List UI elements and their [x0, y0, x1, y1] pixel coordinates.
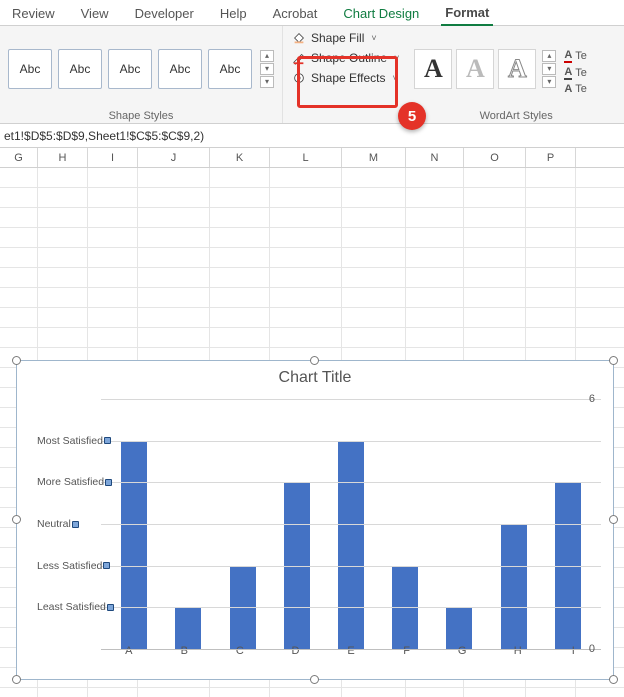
- column-header[interactable]: H: [38, 148, 88, 167]
- column-header[interactable]: P: [526, 148, 576, 167]
- tab-view[interactable]: View: [77, 2, 113, 25]
- secondary-axis-label[interactable]: Most Satisfied: [37, 435, 111, 447]
- gallery-up-icon[interactable]: ▴: [542, 50, 556, 62]
- ribbon-tabs: Review View Developer Help Acrobat Chart…: [0, 0, 624, 26]
- bar[interactable]: [446, 607, 472, 649]
- gallery-more-icon[interactable]: ▾: [542, 76, 556, 88]
- effects-icon: [292, 71, 306, 85]
- resize-handle[interactable]: [12, 515, 21, 524]
- resize-handle[interactable]: [310, 356, 319, 365]
- tab-chart-design[interactable]: Chart Design: [339, 2, 423, 25]
- pen-outline-icon: [292, 51, 306, 65]
- chevron-down-icon: ˅: [394, 53, 399, 63]
- x-tick: C: [212, 645, 268, 661]
- secondary-axis-label[interactable]: Less Satisfied: [37, 560, 110, 572]
- bar[interactable]: [175, 607, 201, 649]
- column-header[interactable]: I: [88, 148, 138, 167]
- tab-help[interactable]: Help: [216, 2, 251, 25]
- resize-handle[interactable]: [12, 675, 21, 684]
- y-tick: 0: [589, 643, 595, 655]
- column-header[interactable]: M: [342, 148, 406, 167]
- paint-bucket-icon: [292, 31, 306, 45]
- x-tick: D: [268, 645, 324, 661]
- shape-style-5[interactable]: Abc: [208, 49, 252, 89]
- wordart-style-1[interactable]: A: [414, 49, 452, 89]
- ribbon: Abc Abc Abc Abc Abc ▴ ▾ ▾ Shape Styles S…: [0, 26, 624, 124]
- gallery-up-icon[interactable]: ▴: [260, 50, 274, 62]
- wordart-style-3[interactable]: A: [498, 49, 536, 89]
- worksheet[interactable]: GHIJKLMNOP Chart Title ABCDEFGHI 06Most …: [0, 148, 624, 697]
- column-header[interactable]: K: [210, 148, 270, 167]
- tab-review[interactable]: Review: [8, 2, 59, 25]
- embedded-chart[interactable]: Chart Title ABCDEFGHI 0 6 Most Satisfied Mo…: [16, 360, 614, 680]
- column-header[interactable]: N: [406, 148, 464, 167]
- shape-style-2[interactable]: Abc: [58, 49, 102, 89]
- text-outline-button[interactable]: ATe: [564, 66, 587, 80]
- tab-format[interactable]: Format: [441, 1, 493, 26]
- x-tick: B: [157, 645, 213, 661]
- shape-style-4[interactable]: Abc: [158, 49, 202, 89]
- tab-acrobat[interactable]: Acrobat: [269, 2, 322, 25]
- resize-handle[interactable]: [609, 515, 618, 524]
- resize-handle[interactable]: [310, 675, 319, 684]
- secondary-axis-label[interactable]: More Satisfied: [37, 476, 112, 488]
- x-tick: H: [490, 645, 546, 661]
- column-header[interactable]: J: [138, 148, 210, 167]
- x-tick: F: [379, 645, 435, 661]
- resize-handle[interactable]: [609, 356, 618, 365]
- x-tick: A: [101, 645, 157, 661]
- bar[interactable]: [121, 441, 147, 649]
- wordart-style-2[interactable]: A: [456, 49, 494, 89]
- gallery-down-icon[interactable]: ▾: [260, 63, 274, 75]
- y-tick: 6: [589, 393, 595, 405]
- secondary-axis-label[interactable]: Neutral: [37, 518, 79, 530]
- chevron-down-icon: ˅: [371, 33, 376, 43]
- text-fill-button[interactable]: ATe: [564, 49, 587, 63]
- column-headers: GHIJKLMNOP: [0, 148, 624, 168]
- secondary-axis-label[interactable]: Least Satisfied: [37, 601, 114, 613]
- text-effects-button[interactable]: ATe: [564, 83, 587, 95]
- formula-bar[interactable]: et1!$D$5:$D$9,Sheet1!$C$5:$C$9,2): [0, 124, 624, 148]
- column-header[interactable]: L: [270, 148, 342, 167]
- column-header[interactable]: G: [0, 148, 38, 167]
- tab-developer[interactable]: Developer: [131, 2, 198, 25]
- bar[interactable]: [501, 524, 527, 649]
- wordart-styles-group-label: WordArt Styles: [414, 108, 618, 123]
- bar[interactable]: [338, 441, 364, 649]
- resize-handle[interactable]: [609, 675, 618, 684]
- x-axis: ABCDEFGHI: [101, 645, 601, 661]
- shape-effects-button[interactable]: Shape Effects˅: [287, 69, 404, 87]
- resize-handle[interactable]: [12, 356, 21, 365]
- shape-style-3[interactable]: Abc: [108, 49, 152, 89]
- shape-styles-group-label: Shape Styles: [8, 108, 274, 123]
- shape-format-column: Shape Fill˅ Shape Outline˅ Shape Effects…: [283, 26, 408, 123]
- chevron-down-icon: ˅: [393, 73, 398, 83]
- shape-style-gallery[interactable]: Abc Abc Abc Abc Abc ▴ ▾ ▾: [8, 30, 274, 108]
- plot-area[interactable]: ABCDEFGHI 06Most SatisfiedMore Satisfied…: [37, 399, 605, 661]
- column-header[interactable]: O: [464, 148, 526, 167]
- x-tick: E: [323, 645, 379, 661]
- shape-fill-button[interactable]: Shape Fill˅: [287, 29, 404, 47]
- shape-outline-button[interactable]: Shape Outline˅: [287, 49, 404, 67]
- shape-style-1[interactable]: Abc: [8, 49, 52, 89]
- chart-title[interactable]: Chart Title: [17, 361, 613, 391]
- x-tick: G: [434, 645, 490, 661]
- gallery-more-icon[interactable]: ▾: [260, 76, 274, 88]
- gallery-down-icon[interactable]: ▾: [542, 63, 556, 75]
